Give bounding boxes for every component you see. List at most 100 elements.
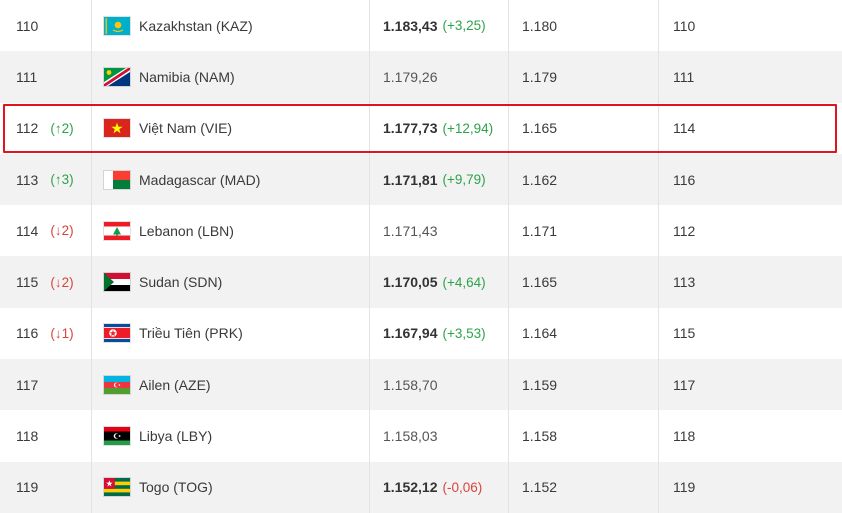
- flag-tog-icon: [104, 478, 130, 497]
- points-cell: 1.177,73 (+12,94): [370, 102, 509, 154]
- team-cell[interactable]: Namibia (NAM): [92, 51, 370, 103]
- previous-points-cell: 1.179: [509, 51, 659, 103]
- flag-prk-icon: [104, 324, 130, 343]
- team-cell[interactable]: Libya (LBY): [92, 410, 370, 462]
- flag-vie-icon: [104, 119, 130, 138]
- rank: 116: [16, 325, 39, 342]
- previous-rank-cell: 110: [659, 0, 842, 51]
- previous-points: 1.152: [522, 479, 558, 496]
- points-change: (+9,79): [442, 172, 486, 188]
- rank-cell: 111: [0, 51, 92, 103]
- previous-rank-cell: 111: [659, 51, 842, 102]
- flag-sdn-icon: [104, 273, 130, 292]
- table-row[interactable]: 111 Namibia (NAM) 1.179,26 1.179 111: [0, 51, 842, 103]
- points-cell: 1.158,03: [370, 410, 509, 462]
- points-cell: 1.152,12 (-0,06): [370, 461, 509, 513]
- table-row[interactable]: 114 (↓2) Lebanon (LBN) 1.171,43 1.171 112: [0, 205, 842, 257]
- country-name[interactable]: Madagascar (MAD): [139, 172, 260, 188]
- total-points: 1.183,43: [383, 17, 438, 34]
- country-name[interactable]: Lebanon (LBN): [139, 223, 234, 239]
- points-change: (+12,94): [442, 120, 494, 136]
- points-change: (+3,25): [442, 18, 486, 34]
- total-points: 1.179,26: [383, 68, 438, 85]
- ranking-table: 110 Kazakhstan (KAZ) 1.183,43 (+3,25) 1.1…: [0, 0, 842, 513]
- rank: 113: [16, 171, 39, 188]
- table-row[interactable]: 117 Ailen (AZE) 1.158,70 1.159 117: [0, 359, 842, 411]
- team-cell[interactable]: Ailen (AZE): [92, 359, 370, 411]
- points-change: (+3,53): [442, 325, 486, 341]
- rank-change: (↓2): [50, 223, 74, 239]
- rank: 111: [16, 68, 38, 85]
- country-name[interactable]: Togo (TOG): [139, 479, 213, 495]
- previous-rank: 113: [673, 274, 696, 291]
- previous-rank: 110: [673, 17, 696, 34]
- rank-cell: 113 (↑3): [0, 153, 92, 206]
- table-row[interactable]: 116 (↓1) Triều Tiên (PRK) 1.167,94 (+3,53)…: [0, 307, 842, 360]
- rank: 112: [16, 120, 39, 137]
- rank-cell: 118: [0, 410, 92, 462]
- previous-points: 1.165: [522, 274, 558, 291]
- previous-points-cell: 1.162: [509, 153, 659, 206]
- team-cell[interactable]: Madagascar (MAD): [92, 153, 370, 206]
- team-cell[interactable]: Sudan (SDN): [92, 256, 370, 308]
- previous-points-cell: 1.165: [509, 102, 659, 154]
- country-name[interactable]: Kazakhstan (KAZ): [139, 18, 253, 34]
- previous-points: 1.165: [522, 120, 558, 137]
- previous-rank-cell: 113: [659, 256, 842, 307]
- total-points: 1.170,05: [383, 274, 438, 291]
- country-name[interactable]: Sudan (SDN): [139, 274, 222, 290]
- table-row[interactable]: 115 (↓2) Sudan (SDN) 1.170,05 (+4,64) 1.16…: [0, 256, 842, 308]
- team-cell[interactable]: Việt Nam (VIE): [92, 102, 370, 154]
- previous-points: 1.179: [522, 68, 558, 85]
- previous-rank: 116: [673, 171, 696, 188]
- total-points: 1.177,73: [383, 120, 438, 137]
- points-cell: 1.170,05 (+4,64): [370, 256, 509, 308]
- previous-rank: 118: [673, 428, 696, 445]
- table-row[interactable]: 110 Kazakhstan (KAZ) 1.183,43 (+3,25) 1.1…: [0, 0, 842, 52]
- previous-points: 1.162: [522, 171, 558, 188]
- country-name[interactable]: Ailen (AZE): [139, 377, 211, 393]
- total-points: 1.171,81: [383, 171, 438, 188]
- previous-rank-cell: 119: [659, 462, 842, 513]
- team-cell[interactable]: Kazakhstan (KAZ): [92, 0, 370, 52]
- table-row[interactable]: 112 (↑2) Việt Nam (VIE) 1.177,73 (+12,94) …: [0, 102, 842, 154]
- rank-cell: 119: [0, 461, 92, 513]
- country-name[interactable]: Namibia (NAM): [139, 69, 235, 85]
- previous-points-cell: 1.180: [509, 0, 659, 52]
- previous-rank: 117: [673, 376, 696, 393]
- previous-points-cell: 1.158: [509, 410, 659, 462]
- previous-rank: 111: [673, 68, 695, 85]
- rank: 110: [16, 17, 39, 34]
- team-cell[interactable]: Lebanon (LBN): [92, 205, 370, 257]
- rank-cell: 114 (↓2): [0, 205, 92, 257]
- previous-points-cell: 1.164: [509, 307, 659, 360]
- country-name[interactable]: Việt Nam (VIE): [139, 120, 232, 136]
- rank: 117: [16, 376, 39, 393]
- previous-rank: 112: [673, 222, 696, 239]
- points-cell: 1.183,43 (+3,25): [370, 0, 509, 52]
- flag-nam-icon: [104, 67, 130, 86]
- previous-points: 1.164: [522, 325, 558, 342]
- rank-change: (↑2): [50, 120, 74, 136]
- total-points: 1.167,94: [383, 325, 438, 342]
- points-change: (-0,06): [442, 479, 483, 495]
- previous-rank-cell: 112: [659, 205, 842, 256]
- previous-points: 1.159: [522, 376, 558, 393]
- rank: 114: [16, 222, 39, 239]
- previous-rank: 115: [673, 325, 696, 342]
- table-row[interactable]: 119 Togo (TOG) 1.152,12 (-0,06) 1.152 119: [0, 461, 842, 513]
- table-row[interactable]: 118 Libya (LBY) 1.158,03 1.158 118: [0, 410, 842, 462]
- team-cell[interactable]: Togo (TOG): [92, 461, 370, 513]
- points-cell: 1.171,43: [370, 205, 509, 257]
- country-name[interactable]: Libya (LBY): [139, 428, 212, 444]
- total-points: 1.158,03: [383, 428, 438, 445]
- points-cell: 1.171,81 (+9,79): [370, 153, 509, 206]
- rank: 119: [16, 479, 39, 496]
- team-cell[interactable]: Triều Tiên (PRK): [92, 307, 370, 360]
- rank-change: (↑3): [50, 172, 74, 188]
- country-name[interactable]: Triều Tiên (PRK): [139, 325, 243, 341]
- flag-lbn-icon: [104, 221, 130, 240]
- table-row[interactable]: 113 (↑3) Madagascar (MAD) 1.171,81 (+9,79)…: [0, 153, 842, 206]
- points-cell: 1.158,70: [370, 359, 509, 411]
- previous-points-cell: 1.152: [509, 461, 659, 513]
